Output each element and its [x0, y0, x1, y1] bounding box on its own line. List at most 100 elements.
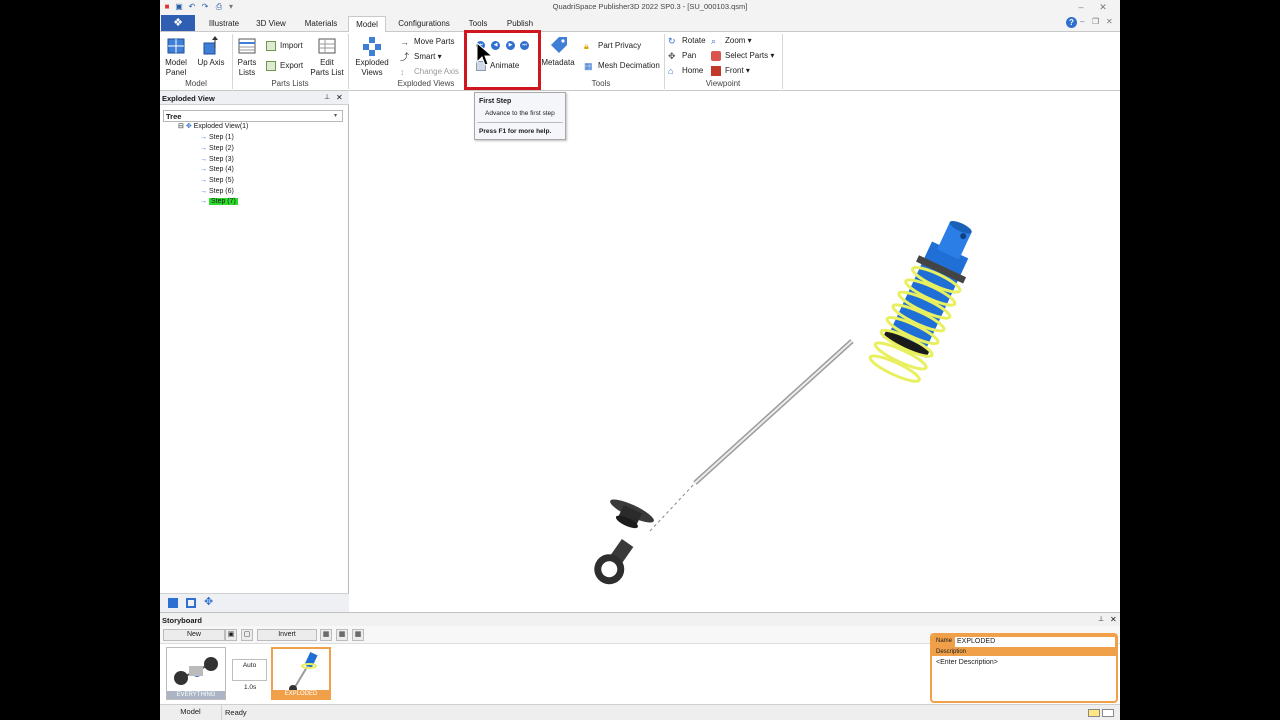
- scene-description-textarea[interactable]: <Enter Description>: [936, 659, 1116, 701]
- tree-step[interactable]: → Step (6): [200, 187, 234, 197]
- tree-step[interactable]: → Step (4): [200, 165, 234, 175]
- edit-parts-list-icon: [318, 38, 336, 54]
- zoom-label: Zoom: [725, 36, 746, 46]
- layout-small-icon[interactable]: ▦: [320, 629, 332, 641]
- smart-label: Smart: [414, 52, 436, 62]
- scene-name-input[interactable]: EXPLODED: [955, 637, 1115, 647]
- tab-configurations[interactable]: Configurations: [392, 16, 456, 32]
- tree-step[interactable]: → Step (1): [200, 133, 234, 143]
- storyboard-close-icon[interactable]: ✕: [1110, 615, 1117, 624]
- tree-step-selected[interactable]: → Step (7): [200, 197, 238, 207]
- pane-close-icon[interactable]: ✕: [336, 93, 343, 102]
- tooltip-divider: [477, 122, 563, 123]
- metadata-button[interactable]: Metadata: [540, 36, 576, 68]
- redo-icon[interactable]: ↷: [200, 2, 210, 12]
- edit-parts-list-label: Edit Parts List: [310, 58, 344, 77]
- restore-icon[interactable]: ❐: [1092, 17, 1099, 26]
- customize-quick-access-icon[interactable]: ▾: [226, 2, 236, 12]
- tab-3d-view[interactable]: 3D View: [252, 16, 290, 32]
- part-privacy-button[interactable]: 🔒︎ Part Privacy: [584, 41, 641, 51]
- group-separator: [782, 34, 783, 89]
- ribbon-minimize-icon[interactable]: –: [1080, 17, 1084, 26]
- part-privacy-label: Part Privacy: [598, 41, 642, 51]
- tab-illustrate[interactable]: Illustrate: [205, 16, 243, 32]
- storyboard-item-exploded[interactable]: EXPLODED: [271, 647, 331, 700]
- model-panel-button[interactable]: Model Panel: [162, 36, 190, 78]
- undo-icon[interactable]: ↶: [187, 2, 197, 12]
- 3d-viewport[interactable]: [350, 91, 1120, 612]
- tooltip-title: First Step: [479, 98, 512, 105]
- exploded-views-button[interactable]: Exploded Views: [352, 36, 392, 78]
- change-axis-label: Change Axis: [414, 67, 459, 77]
- parts-lists-button[interactable]: Parts Lists: [234, 36, 260, 78]
- up-axis-label: Up Axis: [197, 58, 225, 67]
- pan-label: Pan: [682, 51, 697, 61]
- step-arrow-icon: →: [200, 134, 207, 141]
- import-button[interactable]: Import: [266, 41, 303, 51]
- tree-root[interactable]: ⊟ ✥ Exploded View(1): [178, 122, 248, 132]
- layout-medium-icon[interactable]: ▦: [336, 629, 348, 641]
- select-parts-button[interactable]: Select Parts ▾: [711, 51, 774, 61]
- scene-properties: Name EXPLODED Description <Enter Descrip…: [930, 633, 1118, 703]
- tree-step[interactable]: → Step (3): [200, 155, 234, 165]
- storyboard-item-everything[interactable]: EVERYTHING: [166, 647, 226, 700]
- export-button[interactable]: Export: [266, 61, 303, 71]
- front-view-button[interactable]: Front ▾: [711, 66, 750, 76]
- transition-duration: 1.0s: [244, 684, 257, 691]
- status-view-icon[interactable]: [1102, 709, 1114, 717]
- pin-icon[interactable]: ⊥: [324, 93, 330, 101]
- model-group-label: Model: [185, 79, 207, 88]
- edit-parts-list-button[interactable]: Edit Parts List: [310, 36, 344, 78]
- smart-icon: ⤴: [400, 52, 410, 62]
- pan-button[interactable]: ✥ Pan: [668, 51, 696, 61]
- home-label: Home: [682, 66, 704, 76]
- zoom-icon: ⌕: [711, 36, 717, 46]
- doc-close-icon[interactable]: ✕: [1106, 17, 1113, 26]
- rotate-button[interactable]: ↻ Rotate: [668, 36, 706, 46]
- status-tab-model[interactable]: Model: [160, 705, 222, 720]
- tree-step[interactable]: → Step (5): [200, 176, 234, 186]
- mesh-decimation-button[interactable]: ▦ Mesh Decimation: [584, 61, 660, 71]
- grid-view-icon[interactable]: [186, 598, 196, 608]
- layout-large-icon[interactable]: ▦: [352, 629, 364, 641]
- update-scene-icon[interactable]: ▣: [225, 629, 237, 641]
- save-icon[interactable]: ▣: [174, 2, 184, 12]
- storyboard-title-bar: Storyboard ⊥ ✕: [160, 613, 1120, 626]
- copy-scene-icon[interactable]: ▢: [241, 629, 253, 641]
- minimize-button[interactable]: –: [1074, 1, 1088, 13]
- list-view-icon[interactable]: [168, 598, 178, 608]
- tooltip-help: Press F1 for more help.: [479, 128, 552, 135]
- step-label: Step (3): [208, 156, 234, 163]
- smart-button[interactable]: ⤴ Smart ▾: [400, 52, 442, 62]
- status-indicator-icon: [1088, 709, 1100, 717]
- help-icon[interactable]: ?: [1066, 17, 1077, 28]
- tree-root-label: Exploded View(1): [193, 123, 249, 130]
- move-parts-button[interactable]: → Move Parts: [400, 37, 454, 47]
- shock-absorber-model[interactable]: [350, 91, 1120, 612]
- mouse-cursor-icon: [476, 42, 492, 66]
- mesh-decimation-label: Mesh Decimation: [598, 61, 660, 71]
- transition-box[interactable]: Auto: [232, 659, 267, 681]
- close-button[interactable]: ✕: [1096, 1, 1110, 13]
- step-arrow-icon: →: [200, 188, 207, 195]
- view-mode-dropdown[interactable]: Tree ▾: [163, 110, 343, 122]
- lock-icon: 🔒︎: [584, 41, 589, 51]
- storyboard-pin-icon[interactable]: ⊥: [1098, 615, 1104, 623]
- collapse-icon[interactable]: ⊟: [178, 123, 184, 130]
- tab-materials[interactable]: Materials: [300, 16, 342, 32]
- new-scene-button[interactable]: New: [163, 629, 225, 641]
- change-axis-button[interactable]: ↕ Change Axis: [400, 67, 459, 77]
- print-icon[interactable]: ⎙: [214, 2, 224, 12]
- zoom-button[interactable]: ⌕ Zoom ▾: [711, 36, 752, 46]
- import-icon: [266, 41, 276, 51]
- tree-view-icon[interactable]: ✥: [204, 595, 213, 608]
- up-axis-button[interactable]: Up Axis: [194, 36, 228, 68]
- home-button[interactable]: ⌂ Home: [668, 66, 703, 76]
- invert-button[interactable]: Invert: [257, 629, 317, 641]
- ribbon: Model Panel Up Axis Model Parts Lists Im…: [160, 32, 1120, 91]
- import-label: Import: [280, 41, 303, 51]
- tree-step[interactable]: → Step (2): [200, 144, 234, 154]
- tab-model[interactable]: Model: [348, 16, 386, 33]
- application-menu-button[interactable]: ❖: [161, 15, 195, 31]
- description-label: Description: [936, 649, 967, 655]
